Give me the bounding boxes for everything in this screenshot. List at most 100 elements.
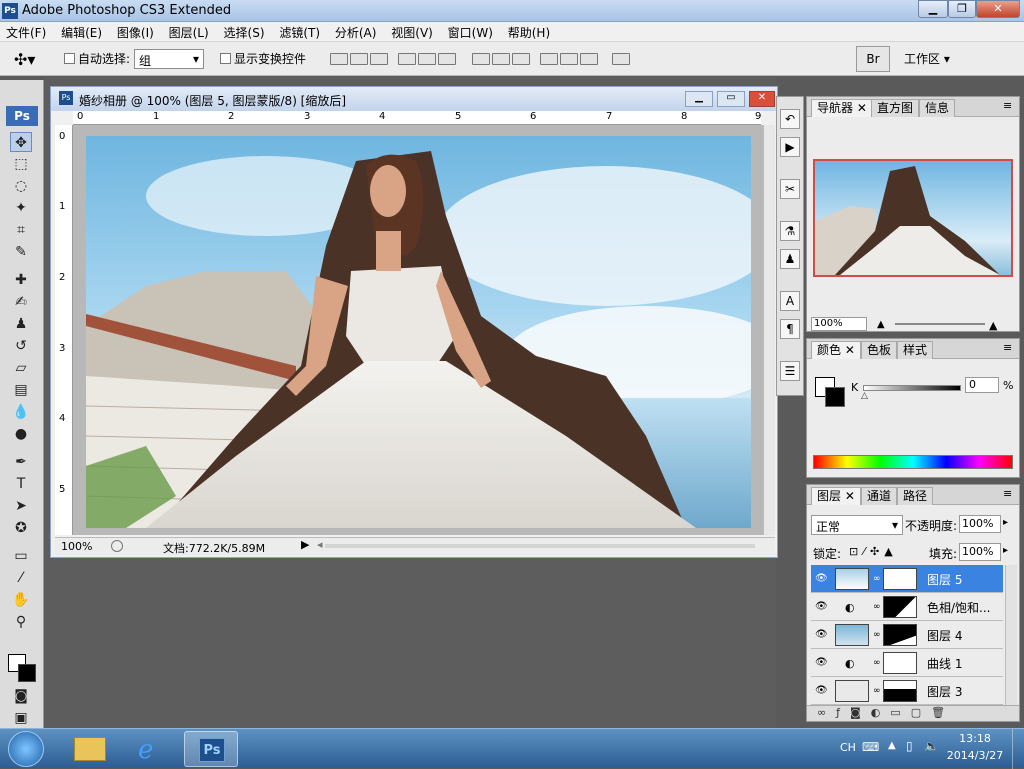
- tab-navigator[interactable]: 导航器 ✕: [811, 99, 873, 117]
- menu-select[interactable]: 选择(S): [218, 22, 270, 41]
- k-value-field[interactable]: 0: [965, 377, 999, 393]
- tray-expand-icon[interactable]: ▲: [888, 740, 896, 751]
- volume-icon[interactable]: 🔈: [924, 739, 939, 753]
- history-brush-icon[interactable]: ↺: [10, 336, 32, 356]
- doc-maximize-button[interactable]: ▭: [717, 91, 745, 107]
- visibility-eye-icon[interactable]: 👁: [815, 629, 829, 640]
- close-button[interactable]: ✕: [976, 0, 1020, 18]
- healing-brush-icon[interactable]: ✚: [10, 270, 32, 290]
- layer-name[interactable]: 图层 3: [927, 683, 962, 700]
- auto-align-icon[interactable]: [612, 53, 630, 65]
- status-clock-icon[interactable]: [111, 540, 123, 552]
- navigator-thumbnail[interactable]: [813, 159, 1013, 277]
- network-icon[interactable]: ▯: [906, 739, 913, 753]
- distribute-top-icon[interactable]: [472, 53, 490, 65]
- type-tool-icon[interactable]: T: [10, 474, 32, 494]
- status-menu-arrow-icon[interactable]: ▶: [301, 538, 309, 551]
- vertical-scrollbar[interactable]: [763, 125, 775, 535]
- k-slider-handle[interactable]: △: [861, 391, 868, 401]
- layer-row[interactable]: 👁 ∞ 图层 5: [811, 565, 1003, 593]
- color-spectrum-ramp[interactable]: [813, 455, 1013, 469]
- link-icon[interactable]: ∞: [873, 574, 881, 584]
- auto-select-checkbox[interactable]: [64, 53, 75, 64]
- shape-tool-icon[interactable]: ✪: [10, 518, 32, 538]
- layer-row[interactable]: 👁 ∞ 图层 4: [811, 621, 1003, 649]
- menu-analysis[interactable]: 分析(A): [329, 22, 382, 41]
- magic-wand-icon[interactable]: ✦: [10, 198, 32, 218]
- marquee-tool-icon[interactable]: ⬚: [10, 154, 32, 174]
- tool-presets-icon[interactable]: ✂: [780, 179, 800, 199]
- clone-stamp-icon[interactable]: ♟: [10, 314, 32, 334]
- zoom-in-icon[interactable]: ▲: [989, 319, 997, 332]
- taskbar-ie[interactable]: e: [124, 731, 178, 767]
- move-tool-preset-icon[interactable]: ✣▾: [14, 50, 35, 69]
- blend-mode-dropdown[interactable]: 正常 ▾: [811, 515, 903, 535]
- menu-view[interactable]: 视图(V): [385, 22, 438, 41]
- layers-footer-buttons[interactable]: ∞ƒ◙◐▭▢🗑: [807, 705, 1019, 721]
- notes-tool-icon[interactable]: ▭: [10, 546, 32, 566]
- paragraph-panel-icon[interactable]: ¶: [780, 319, 800, 339]
- hand-tool-icon[interactable]: ✋: [10, 590, 32, 610]
- k-slider-track[interactable]: [863, 385, 961, 391]
- taskbar-explorer[interactable]: [64, 731, 118, 767]
- distribute-left-icon[interactable]: [540, 53, 558, 65]
- clock-date[interactable]: 2014/3/27: [942, 749, 1008, 762]
- doc-minimize-button[interactable]: ▁: [685, 91, 713, 107]
- layer-row[interactable]: 👁 ∞ 图层 3: [811, 677, 1003, 705]
- lock-options-icons[interactable]: ⊡⁄✣▲: [849, 545, 898, 558]
- align-top-icon[interactable]: [330, 53, 348, 65]
- tab-styles[interactable]: 样式: [897, 341, 934, 359]
- layer-comps-icon[interactable]: ☰: [780, 361, 800, 381]
- link-icon[interactable]: ∞: [873, 686, 881, 696]
- link-icon[interactable]: ∞: [873, 658, 881, 668]
- tab-swatches[interactable]: 色板: [861, 341, 898, 359]
- align-right-icon[interactable]: [438, 53, 456, 65]
- distribute-right-icon[interactable]: [580, 53, 598, 65]
- bridge-icon[interactable]: Br: [856, 46, 890, 72]
- screen-mode-icon[interactable]: ▣: [10, 708, 32, 728]
- menu-image[interactable]: 图像(I): [111, 22, 159, 41]
- canvas-area[interactable]: [73, 125, 763, 535]
- eyedropper-icon[interactable]: ⁄: [10, 568, 32, 588]
- tab-info[interactable]: 信息: [919, 99, 956, 117]
- clone-source-icon[interactable]: ♟: [780, 249, 800, 269]
- zoom-readout[interactable]: 100%: [61, 540, 92, 553]
- doc-close-button[interactable]: ✕: [749, 91, 775, 107]
- character-panel-icon[interactable]: A: [780, 291, 800, 311]
- layer-name[interactable]: 曲线 1: [927, 655, 962, 672]
- layer-name[interactable]: 色相/饱和...: [927, 599, 991, 616]
- layers-scrollbar[interactable]: [1005, 565, 1017, 705]
- link-icon[interactable]: ∞: [873, 630, 881, 640]
- clock-time[interactable]: 13:18: [950, 732, 1000, 745]
- dodge-tool-icon[interactable]: ●: [10, 424, 32, 444]
- menu-edit[interactable]: 编辑(E): [55, 22, 107, 41]
- show-transform-checkbox[interactable]: [220, 53, 231, 64]
- panel-menu-icon[interactable]: ≡: [1003, 99, 1012, 112]
- lasso-tool-icon[interactable]: ◌: [10, 176, 32, 196]
- tab-channels[interactable]: 通道: [861, 487, 898, 505]
- visibility-eye-icon[interactable]: 👁: [815, 573, 829, 584]
- align-bottom-icon[interactable]: [370, 53, 388, 65]
- workspace-menu[interactable]: 工作区 ▾: [904, 50, 950, 67]
- link-icon[interactable]: ∞: [873, 602, 881, 612]
- eraser-tool-icon[interactable]: ▱: [10, 358, 32, 378]
- brushes-panel-icon[interactable]: ⚗: [780, 221, 800, 241]
- zoom-tool-icon[interactable]: ⚲: [10, 612, 32, 632]
- blur-tool-icon[interactable]: 💧: [10, 402, 32, 422]
- menu-filter[interactable]: 滤镜(T): [273, 22, 325, 41]
- navigator-zoom-field[interactable]: 100%: [811, 317, 867, 331]
- menu-layer[interactable]: 图层(L): [163, 22, 214, 41]
- tab-layers[interactable]: 图层 ✕: [811, 487, 861, 505]
- brush-tool-icon[interactable]: ✍: [10, 292, 32, 312]
- tab-color[interactable]: 颜色 ✕: [811, 341, 861, 359]
- taskbar-photoshop[interactable]: Ps: [184, 731, 238, 767]
- keyboard-icon[interactable]: ⌨: [862, 740, 879, 754]
- menu-help[interactable]: 帮助(H): [502, 22, 555, 41]
- align-left-icon[interactable]: [398, 53, 416, 65]
- layer-name[interactable]: 图层 4: [927, 627, 962, 644]
- opacity-field[interactable]: 100%: [959, 515, 1001, 533]
- move-tool-icon[interactable]: ✥: [10, 132, 32, 152]
- language-indicator[interactable]: CH: [840, 741, 856, 754]
- horizontal-scroll-left-icon[interactable]: ◂: [317, 538, 323, 551]
- menu-file[interactable]: 文件(F): [0, 22, 51, 41]
